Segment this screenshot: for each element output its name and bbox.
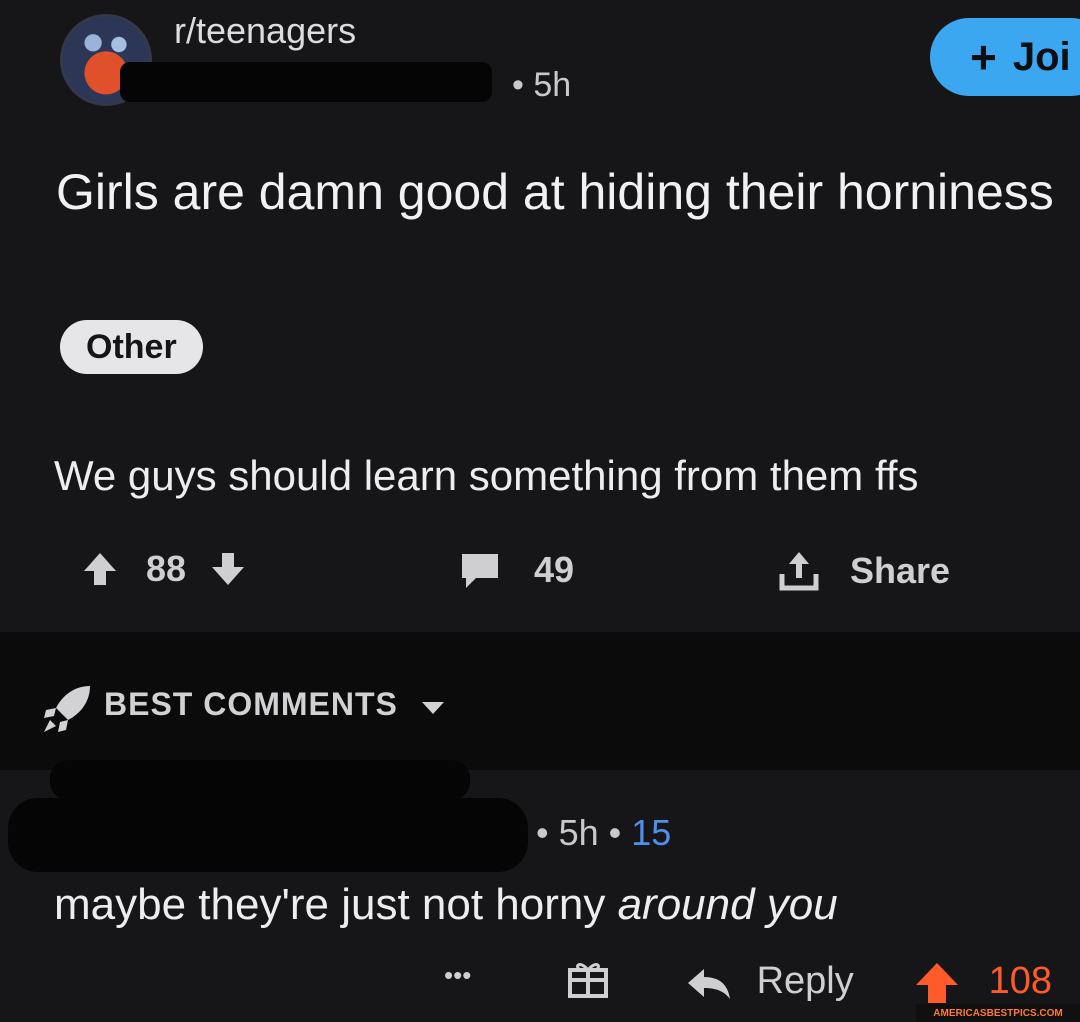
comments-button[interactable]: 49	[458, 548, 574, 592]
comment-score: 15	[631, 812, 672, 853]
rocket-icon	[44, 686, 90, 732]
reply-button[interactable]: Reply	[684, 960, 854, 1003]
comment-text-emphasis: around you	[617, 880, 838, 929]
join-button[interactable]: + Joi	[930, 18, 1080, 96]
join-label: Joi	[1012, 34, 1071, 79]
post-flair[interactable]: Other	[60, 320, 203, 374]
reply-label: Reply	[756, 960, 854, 1002]
redacted-comment-author	[50, 760, 470, 800]
redacted-comment-author-2	[8, 798, 528, 872]
comment-upvote-count: 108	[988, 960, 1052, 1002]
more-options-button[interactable]: •••	[444, 960, 471, 991]
comment-text: maybe they're just not horny	[54, 880, 618, 929]
reply-arrow-icon	[688, 968, 730, 999]
gift-icon[interactable]	[566, 956, 610, 1000]
redacted-username	[120, 62, 492, 102]
post-time: • 5h	[512, 66, 572, 104]
comment-vote-group: 108	[914, 960, 1052, 1005]
watermark: AMERICASBESTPICS.COM	[916, 1004, 1080, 1022]
comment-time: • 5h •	[536, 812, 622, 853]
share-icon	[779, 552, 819, 591]
comment-count: 49	[534, 549, 575, 590]
comment-bubble-icon	[462, 554, 498, 588]
comment-body: maybe they're just not horny around you	[54, 880, 838, 930]
post-body: We guys should learn something from them…	[54, 452, 919, 499]
upvote-arrow-icon[interactable]	[80, 549, 120, 589]
sort-label: BEST COMMENTS	[104, 686, 398, 722]
sort-dropdown[interactable]: BEST COMMENTS	[104, 686, 446, 723]
upvote-arrow-active-icon[interactable]	[914, 961, 960, 1005]
chevron-down-icon	[421, 701, 444, 714]
subreddit-name[interactable]: r/teenagers	[174, 10, 356, 52]
share-label: Share	[850, 550, 951, 591]
share-button[interactable]: Share	[776, 548, 950, 594]
post-title[interactable]: Girls are damn good at hiding their horn…	[56, 160, 1056, 224]
downvote-arrow-icon[interactable]	[208, 549, 248, 589]
comment-meta: • 5h • 15	[536, 812, 671, 854]
vote-group: 88	[80, 548, 248, 590]
post-score: 88	[146, 548, 187, 589]
plus-icon: +	[970, 31, 997, 83]
